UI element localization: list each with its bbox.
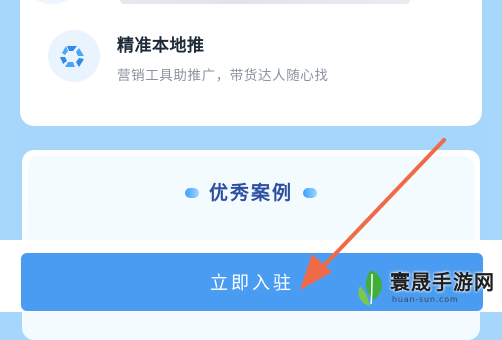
decor-pill-right (303, 188, 317, 198)
leaf-logo-icon (358, 270, 382, 306)
watermark-brand: 寰晟手游网 (390, 270, 495, 294)
previous-item-text-cropped (120, 0, 410, 4)
previous-item-partial (30, 0, 410, 6)
recycle-arrows-icon (60, 46, 84, 67)
watermark-url: huan-sun.com (392, 295, 459, 304)
cases-title-row: 优秀案例 (0, 176, 502, 210)
cases-title: 优秀案例 (208, 182, 293, 204)
previous-item-icon (30, 0, 74, 4)
feature-description: 营销工具助推广，带货达人随心找 (117, 68, 329, 84)
decor-pill-left (184, 188, 199, 198)
local-promotion-icon (48, 30, 100, 82)
watermark: 寰晟手游网 huan-sun.com (352, 262, 502, 312)
feature-title: 精准本地推 (117, 36, 205, 56)
